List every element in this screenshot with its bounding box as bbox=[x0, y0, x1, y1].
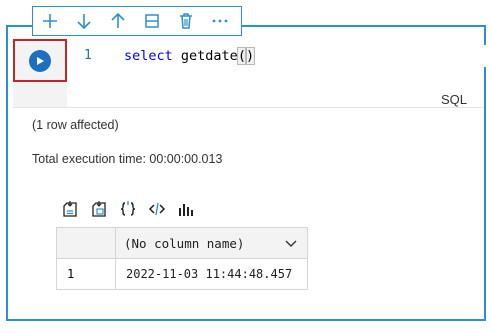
trash-icon bbox=[180, 13, 192, 29]
chevron-down-icon[interactable] bbox=[285, 237, 297, 249]
sql-keyword: select bbox=[124, 48, 173, 64]
save-csv-icon bbox=[63, 201, 77, 217]
plus-icon bbox=[43, 14, 57, 28]
play-icon bbox=[37, 56, 44, 65]
save-as-json-button[interactable] bbox=[118, 200, 138, 218]
save-as-excel-button[interactable] bbox=[89, 200, 109, 218]
arrow-up-icon bbox=[111, 12, 125, 28]
result-value-cell[interactable]: 2022-11-03 11:44:48.457 bbox=[115, 258, 308, 290]
column-header-label: (No column name) bbox=[124, 235, 245, 251]
paren-close: ) bbox=[244, 47, 256, 65]
move-up-button[interactable] bbox=[101, 7, 135, 35]
more-actions-button[interactable] bbox=[203, 7, 237, 35]
grid-header-row: (No column name) bbox=[56, 227, 308, 259]
run-cell-button[interactable] bbox=[29, 49, 51, 72]
run-cell-highlight bbox=[13, 39, 67, 82]
json-braces-icon bbox=[120, 201, 136, 216]
grid-corner-cell[interactable] bbox=[56, 227, 116, 259]
save-as-csv-button[interactable] bbox=[60, 200, 80, 218]
chart-button[interactable] bbox=[176, 200, 196, 218]
code-line[interactable]: select getdate() bbox=[124, 47, 256, 65]
output-divider bbox=[13, 107, 484, 108]
column-header[interactable]: (No column name) bbox=[115, 227, 308, 259]
table-row[interactable]: 1 2022-11-03 11:44:48.457 bbox=[56, 258, 308, 290]
add-cell-button[interactable] bbox=[33, 7, 67, 35]
save-excel-icon bbox=[92, 201, 106, 217]
line-number: 1 bbox=[84, 48, 92, 63]
execution-time-message: Total execution time: 00:00:00.013 bbox=[32, 152, 223, 166]
chart-icon bbox=[179, 204, 193, 216]
delete-cell-button[interactable] bbox=[169, 7, 203, 35]
xml-brackets-icon bbox=[148, 202, 166, 216]
text-caret bbox=[254, 47, 256, 62]
move-down-button[interactable] bbox=[67, 7, 101, 35]
row-number-cell[interactable]: 1 bbox=[56, 258, 116, 290]
result-toolbar bbox=[60, 200, 196, 218]
more-icon bbox=[212, 19, 228, 23]
split-cell-icon bbox=[145, 14, 159, 28]
arrow-down-icon bbox=[77, 14, 91, 30]
language-label[interactable]: SQL bbox=[441, 92, 467, 107]
cell-toolbar bbox=[32, 6, 242, 36]
save-as-xml-button[interactable] bbox=[147, 200, 167, 218]
results-grid: (No column name) 1 2022-11-03 11:44:48.4… bbox=[56, 227, 308, 290]
paren-open: ( bbox=[236, 47, 247, 65]
rows-affected-message: (1 row affected) bbox=[32, 118, 119, 132]
function-name: getdate bbox=[172, 48, 238, 64]
split-cell-button[interactable] bbox=[135, 7, 169, 35]
